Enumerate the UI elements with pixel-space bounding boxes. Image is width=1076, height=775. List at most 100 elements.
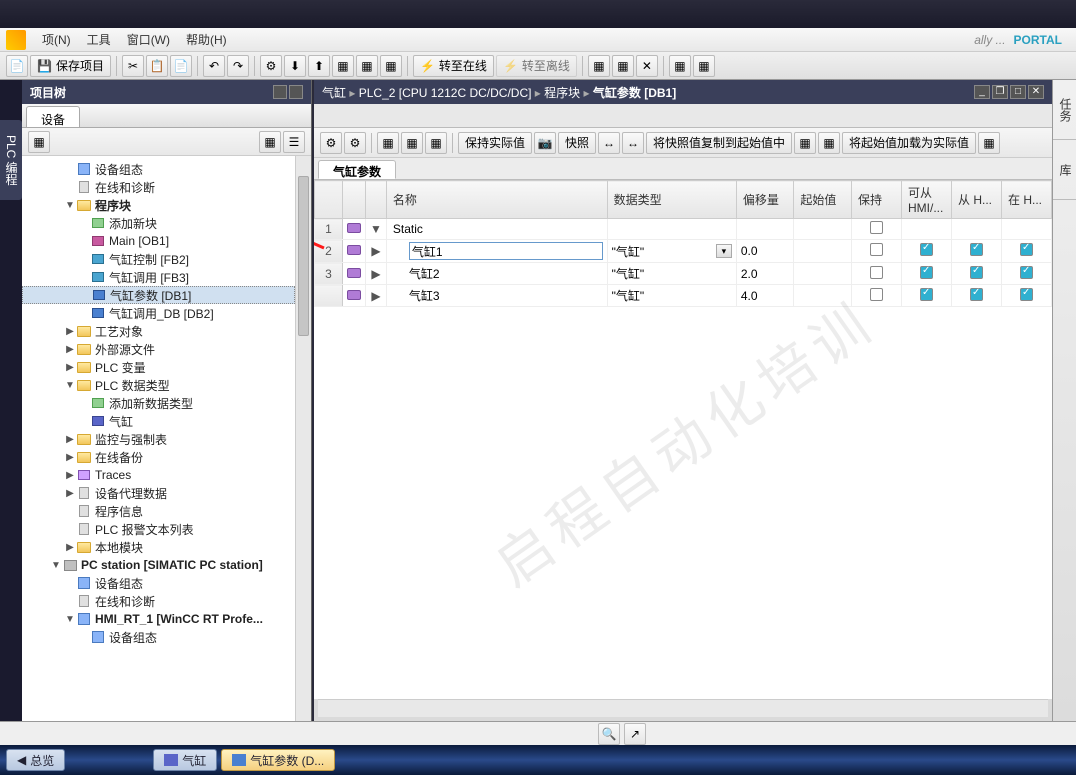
load-start-button[interactable]: 将起始值加载为实际值 — [842, 132, 976, 154]
checkbox-icon[interactable] — [1020, 288, 1033, 301]
tree-node[interactable]: PLC 报警文本列表 — [22, 520, 295, 538]
tree-node[interactable]: ▶PLC 变量 — [22, 358, 295, 376]
project-tree[interactable]: 设备组态 在线和诊断▼程序块 添加新块 Main [OB1] 气缸控制 [FB2… — [22, 156, 295, 650]
panel-collapse-icon[interactable] — [289, 85, 303, 99]
name-cell[interactable]: Static — [386, 219, 607, 240]
tree-node[interactable]: ▼HMI_RT_1 [WinCC RT Profe... — [22, 610, 295, 628]
tree-node[interactable]: ▶在线备份 — [22, 448, 295, 466]
checkbox-icon[interactable] — [870, 221, 883, 234]
tb-ext-5[interactable]: ▦ — [693, 55, 715, 77]
tree-node[interactable]: ▶外部源文件 — [22, 340, 295, 358]
expand-icon[interactable]: ▼ — [64, 200, 76, 211]
ed-tb-5[interactable]: ▦ — [425, 132, 447, 154]
tree-node[interactable]: ▼PLC 数据类型 — [22, 376, 295, 394]
checkbox-icon[interactable] — [1020, 243, 1033, 256]
checkbox-icon[interactable] — [920, 243, 933, 256]
tree-node[interactable]: 在线和诊断 — [22, 592, 295, 610]
editor-hscrollbar[interactable] — [318, 699, 1048, 717]
copy-snapshot-button[interactable]: 将快照值复制到起始值中 — [646, 132, 792, 154]
ed-tb-8[interactable]: ↔ — [622, 132, 644, 154]
checkbox-icon[interactable] — [920, 288, 933, 301]
checkbox-cell[interactable] — [1002, 219, 1052, 240]
tree-scrollbar[interactable] — [295, 156, 311, 721]
column-header[interactable]: 从 H... — [952, 181, 1002, 219]
keep-actual-button[interactable]: 保持实际值 — [458, 132, 532, 154]
checkbox-cell[interactable] — [902, 240, 952, 263]
expand-icon[interactable]: ▶ — [64, 326, 76, 337]
pt-icon-1[interactable]: ▦ — [28, 131, 50, 153]
undo-button[interactable]: ↶ — [203, 55, 225, 77]
tree-node[interactable]: 设备组态 — [22, 574, 295, 592]
start-cell[interactable] — [794, 219, 852, 240]
ed-tb-1[interactable]: ⚙ — [320, 132, 342, 154]
column-header[interactable]: 可从 HMI/... — [902, 181, 952, 219]
checkbox-cell[interactable] — [1002, 285, 1052, 307]
checkbox-cell[interactable] — [1002, 263, 1052, 285]
expand-icon[interactable]: ▼ — [50, 560, 62, 571]
editor-tab-active[interactable]: 气缸参数 — [318, 160, 396, 179]
tree-node[interactable]: ▼PC station [SIMATIC PC station] — [22, 556, 295, 574]
tree-node[interactable]: 在线和诊断 — [22, 178, 295, 196]
tb-ext-1[interactable]: ▦ — [588, 55, 610, 77]
row-expand-icon[interactable]: ▼ — [366, 219, 387, 240]
upload-button[interactable]: ⬆ — [308, 55, 330, 77]
checkbox-cell[interactable] — [952, 219, 1002, 240]
checkbox-cell[interactable] — [902, 219, 952, 240]
expand-icon[interactable]: ▶ — [64, 452, 76, 463]
tree-node[interactable]: 气缸 — [22, 412, 295, 430]
breadcrumb-item[interactable]: 气缸参数 [DB1] — [593, 86, 676, 100]
checkbox-icon[interactable] — [1020, 266, 1033, 279]
tree-node[interactable]: 设备组态 — [22, 628, 295, 646]
menu-item[interactable]: 帮助(H) — [178, 31, 235, 49]
tree-node[interactable]: 气缸参数 [DB1] — [22, 286, 295, 304]
type-cell[interactable]: "气缸"▾ — [607, 240, 736, 263]
start-cell[interactable] — [794, 263, 852, 285]
expand-icon[interactable]: ▶ — [64, 434, 76, 445]
start-cell[interactable] — [794, 285, 852, 307]
editor-maximize-icon[interactable]: □ — [1010, 85, 1026, 99]
right-tab-libs[interactable]: 库 — [1053, 140, 1076, 200]
breadcrumb-item[interactable]: 程序块 — [544, 86, 580, 100]
row-expand-icon[interactable]: ▶ — [366, 263, 387, 285]
ed-tb-3[interactable]: ▦ — [377, 132, 399, 154]
expand-icon[interactable]: ▶ — [64, 362, 76, 373]
expand-icon[interactable]: ▶ — [64, 488, 76, 499]
tree-node[interactable]: 程序信息 — [22, 502, 295, 520]
editor-restore-icon[interactable]: ❐ — [992, 85, 1008, 99]
tree-node[interactable]: ▶工艺对象 — [22, 322, 295, 340]
editor-minimize-icon[interactable]: _ — [974, 85, 990, 99]
device-tab[interactable]: 设备 — [26, 106, 80, 127]
checkbox-cell[interactable] — [1002, 240, 1052, 263]
table-row[interactable]: 2▶"气缸"▾0.0 — [315, 240, 1052, 263]
ed-tb-6[interactable]: 📷 — [534, 132, 556, 154]
checkbox-cell[interactable] — [952, 285, 1002, 307]
footer-btn-1[interactable]: 🔍 — [598, 723, 620, 745]
name-cell[interactable]: 气缸3 — [386, 285, 607, 307]
go-offline-button[interactable]: ⚡转至离线 — [496, 55, 577, 77]
name-input[interactable] — [409, 242, 603, 260]
checkbox-cell[interactable] — [902, 285, 952, 307]
taskbar-overview[interactable]: ◀总览 — [6, 749, 65, 771]
tree-node[interactable]: 气缸调用 [FB3] — [22, 268, 295, 286]
table-row[interactable]: 3▶气缸2"气缸"2.0 — [315, 263, 1052, 285]
checkbox-cell[interactable] — [852, 285, 902, 307]
tb-ext-3[interactable]: ✕ — [636, 55, 658, 77]
go-online-button[interactable]: ⚡转至在线 — [413, 55, 494, 77]
tree-node[interactable]: ▶监控与强制表 — [22, 430, 295, 448]
table-row[interactable]: 1▼Static — [315, 219, 1052, 240]
new-button[interactable]: 📄 — [6, 55, 28, 77]
column-header[interactable]: 偏移量 — [736, 181, 794, 219]
column-header[interactable]: 名称 — [386, 181, 607, 219]
download-button[interactable]: ⬇ — [284, 55, 306, 77]
tree-node[interactable]: Main [OB1] — [22, 232, 295, 250]
paste-button[interactable]: 📄 — [170, 55, 192, 77]
tree-node[interactable]: 气缸调用_DB [DB2] — [22, 304, 295, 322]
checkbox-icon[interactable] — [870, 266, 883, 279]
checkbox-icon[interactable] — [970, 288, 983, 301]
ed-tb-9[interactable]: ▦ — [794, 132, 816, 154]
column-header[interactable]: 起始值 — [794, 181, 852, 219]
menu-item[interactable]: 工具 — [79, 31, 119, 49]
tb-misc-2[interactable]: ▦ — [356, 55, 378, 77]
expand-icon[interactable]: ▼ — [64, 614, 76, 625]
tree-node[interactable]: 添加新数据类型 — [22, 394, 295, 412]
